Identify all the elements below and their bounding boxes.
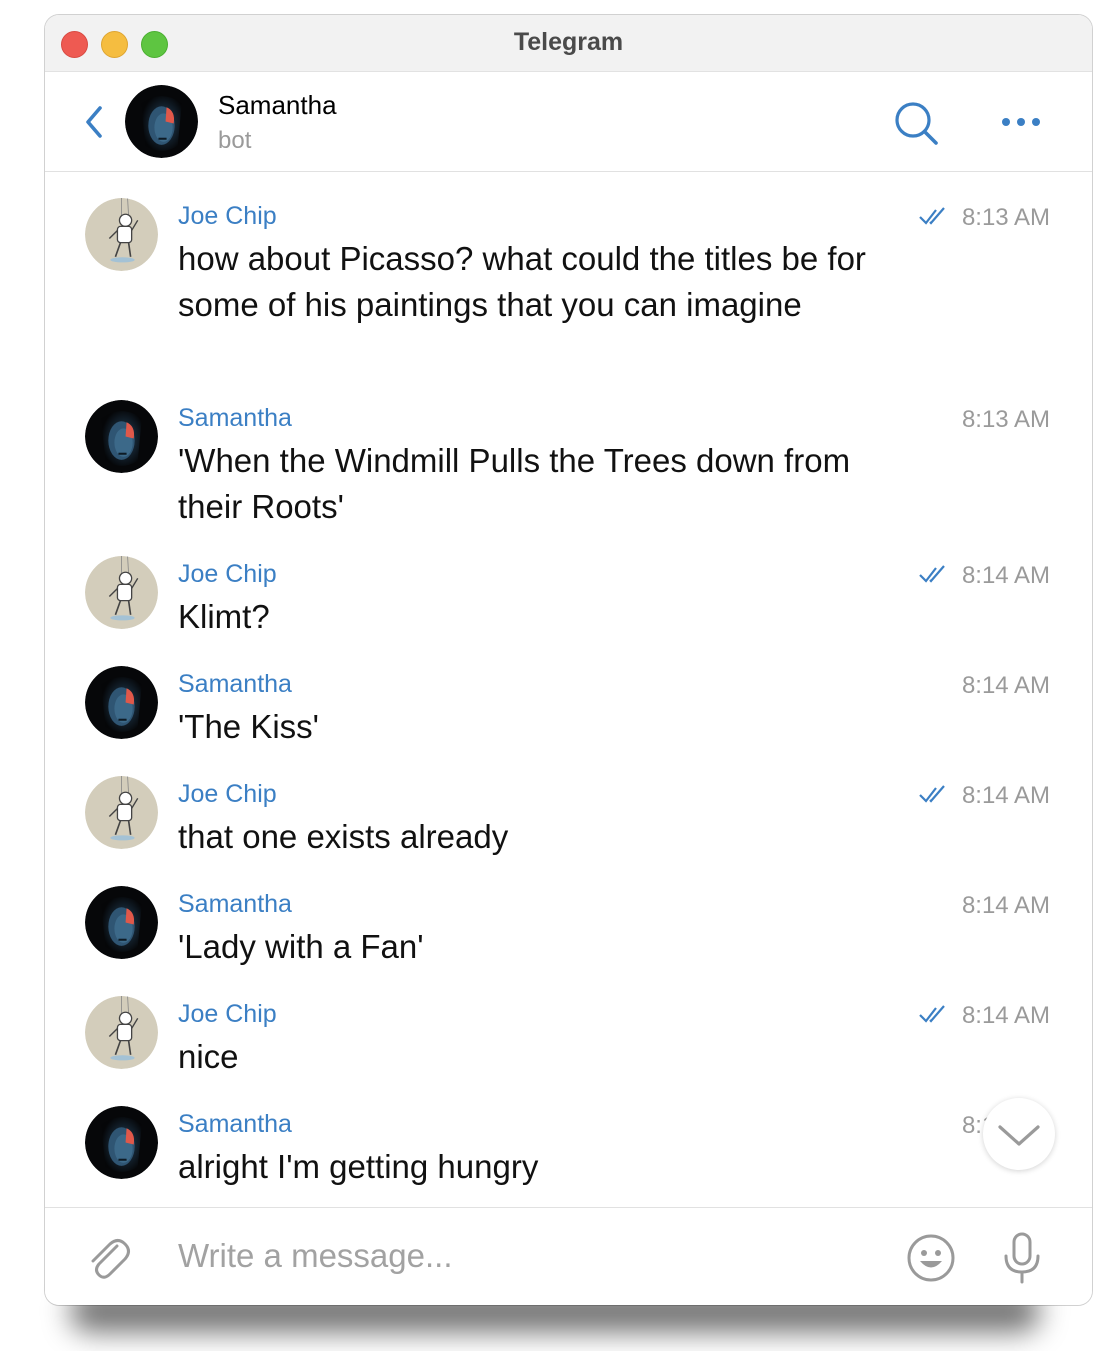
message-item: Samantha 'The Kiss' 8:14 AM — [45, 652, 1092, 752]
message-time: 8:13 AM — [961, 204, 1050, 231]
message-text: Klimt? — [178, 598, 270, 635]
woman-portrait-avatar[interactable] — [85, 400, 158, 473]
message-item: Joe Chip nice 8:14 AM — [45, 982, 1092, 1082]
woman-portrait-avatar[interactable] — [85, 1106, 158, 1179]
message-sender[interactable]: Samantha — [178, 670, 292, 699]
more-options-button[interactable] — [995, 107, 1045, 137]
message-time: 8:14 AM — [961, 892, 1050, 919]
message-time: 8:14 AM — [961, 1002, 1050, 1029]
search-icon — [895, 102, 938, 145]
search-button[interactable] — [893, 100, 941, 148]
title-bar: Telegram — [45, 15, 1092, 72]
attach-button[interactable] — [83, 1232, 133, 1284]
message-time: 8:14 AM — [961, 782, 1050, 809]
message-sender[interactable]: Samantha — [178, 404, 292, 433]
emoji-button[interactable] — [905, 1232, 957, 1284]
message-list[interactable]: Joe Chip how about Picasso? what could t… — [45, 172, 1092, 1207]
double-check-icon — [919, 565, 945, 583]
message-sender[interactable]: Joe Chip — [178, 202, 277, 231]
microphone-icon — [1004, 1232, 1040, 1284]
chevron-down-icon — [998, 1125, 1040, 1146]
message-time: 8:13 AM — [961, 406, 1050, 433]
message-sender[interactable]: Joe Chip — [178, 1000, 277, 1029]
message-item: Samantha alright I'm getting hungry 8:14… — [45, 1092, 1092, 1192]
window-title: Telegram — [513, 28, 624, 56]
message-time: 8:14 AM — [961, 562, 1050, 589]
message-item: Samantha 'When the Windmill Pulls the Tr… — [45, 386, 1092, 531]
message-text: nice — [178, 1038, 239, 1075]
double-check-icon — [919, 1005, 945, 1023]
chat-title[interactable]: Samantha — [218, 90, 337, 121]
chat-avatar[interactable] — [125, 85, 198, 158]
woman-portrait-avatar[interactable] — [85, 886, 158, 959]
message-text: 'The Kiss' — [178, 708, 319, 745]
back-button[interactable] — [80, 102, 110, 142]
ellipsis-icon — [1002, 118, 1040, 126]
message-text: 'Lady with a Fan' — [178, 928, 424, 965]
message-text: alright I'm getting hungry — [178, 1148, 539, 1185]
message-item: Joe Chip Klimt? 8:14 AM — [45, 542, 1092, 642]
microphone-button[interactable] — [1000, 1230, 1044, 1286]
astronaut-avatar[interactable] — [85, 776, 158, 849]
message-time: 8:14 AM — [961, 672, 1050, 699]
message-sender[interactable]: Joe Chip — [178, 780, 277, 809]
scroll-to-bottom-button[interactable] — [983, 1098, 1055, 1170]
double-check-icon — [919, 207, 945, 225]
app-window: Telegram Samantha bot Joe Chip how about… — [45, 15, 1092, 1305]
message-text: that one exists already — [178, 818, 509, 855]
woman-portrait-avatar[interactable] — [85, 666, 158, 739]
message-item: Joe Chip that one exists already 8:14 AM — [45, 762, 1092, 862]
chevron-left-icon — [86, 106, 102, 138]
double-check-icon — [919, 785, 945, 803]
message-sender[interactable]: Joe Chip — [178, 560, 277, 589]
astronaut-avatar[interactable] — [85, 198, 158, 271]
astronaut-avatar[interactable] — [85, 996, 158, 1069]
astronaut-avatar[interactable] — [85, 556, 158, 629]
message-item: Joe Chip how about Picasso? what could t… — [45, 184, 1092, 374]
message-item: Samantha 'Lady with a Fan' 8:14 AM — [45, 872, 1092, 972]
message-input[interactable] — [178, 1230, 858, 1282]
message-text: 'When the Windmill Pulls the Trees down … — [178, 442, 851, 525]
smiley-icon — [907, 1234, 955, 1282]
message-sender[interactable]: Samantha — [178, 890, 292, 919]
chat-header: Samantha bot — [45, 72, 1092, 172]
message-sender[interactable]: Samantha — [178, 1110, 292, 1139]
chat-status: bot — [218, 127, 252, 154]
paperclip-icon — [91, 1239, 130, 1279]
message-text: how about Picasso? what could the titles… — [178, 240, 866, 323]
message-composer — [45, 1207, 1092, 1305]
